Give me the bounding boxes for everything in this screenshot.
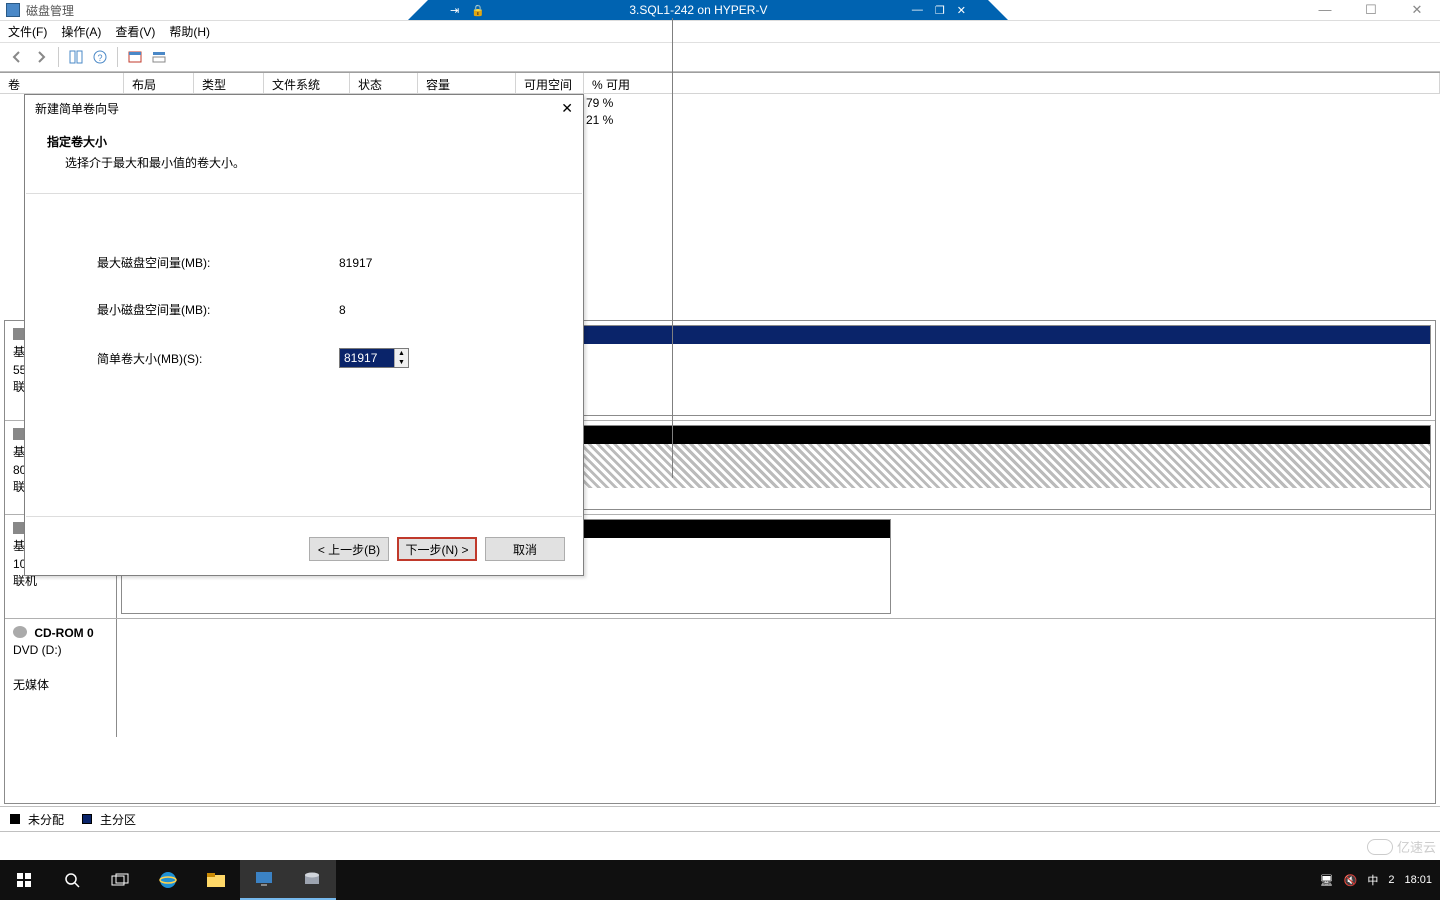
wizard-next-button[interactable]: 下一步(N) >	[397, 537, 477, 561]
toolbar: ?	[0, 42, 1440, 72]
max-space-label: 最大磁盘空间量(MB):	[97, 240, 337, 285]
tray-network-icon[interactable]: 🖥	[1320, 874, 1334, 887]
system-tray[interactable]: 🖥 🔇 中 2 18:01	[1320, 872, 1440, 888]
hv-title: 3.SQL1-242 on HYPER-V	[485, 3, 912, 17]
app-title-bar: 磁盘管理	[0, 0, 74, 20]
legend-unallocated-swatch	[10, 814, 20, 824]
hv-minimize-icon[interactable]: —	[912, 4, 923, 17]
task-view-button[interactable]	[96, 860, 144, 900]
taskbar-diskmgmt-icon[interactable]	[288, 860, 336, 900]
menu-view[interactable]: 查看(V)	[115, 23, 155, 40]
min-space-value: 8	[339, 287, 409, 332]
app-title: 磁盘管理	[26, 2, 74, 19]
volume-size-input[interactable]	[340, 349, 394, 367]
volume-list-header: 卷 布局 类型 文件系统 状态 容量 可用空间 % 可用	[0, 72, 1440, 94]
menu-bar[interactable]: 文件(F) 操作(A) 查看(V) 帮助(H)	[0, 20, 1440, 42]
vm-frame-edge	[672, 0, 673, 480]
spinner-up-icon[interactable]: ▲	[395, 349, 408, 358]
volume-size-label: 简单卷大小(MB)(S):	[97, 334, 337, 382]
legend: 未分配 主分区	[0, 806, 1440, 832]
outer-window-controls: — ☐ ✕	[1302, 0, 1440, 20]
menu-action[interactable]: 操作(A)	[61, 23, 101, 40]
toolbar-forward-icon[interactable]	[30, 46, 52, 68]
tray-num: 2	[1388, 874, 1394, 886]
wizard-close-button[interactable]: ✕	[561, 100, 573, 117]
legend-primary-label: 主分区	[100, 811, 136, 828]
wizard-subheading: 选择介于最大和最小值的卷大小。	[47, 150, 561, 171]
toolbar-help-icon[interactable]: ?	[89, 46, 111, 68]
start-button[interactable]	[0, 860, 48, 900]
tray-volume-icon[interactable]: 🔇	[1344, 874, 1358, 887]
tray-ime[interactable]: 中	[1367, 872, 1378, 888]
min-space-label: 最小磁盘空间量(MB):	[97, 287, 337, 332]
cdrom-info[interactable]: CD-ROM 0 DVD (D:) 无媒体	[5, 619, 117, 737]
wizard-back-button[interactable]: < 上一步(B)	[309, 537, 389, 561]
col-type[interactable]: 类型	[194, 73, 264, 93]
wizard-title: 新建简单卷向导	[35, 100, 119, 117]
cdrom-icon	[13, 626, 27, 638]
taskbar[interactable]: 🖥 🔇 中 2 18:01	[0, 860, 1440, 900]
legend-unallocated-label: 未分配	[28, 811, 64, 828]
col-filesystem[interactable]: 文件系统	[264, 73, 350, 93]
toolbar-back-icon[interactable]	[6, 46, 28, 68]
col-percent[interactable]: % 可用	[584, 73, 1440, 93]
taskbar-hyperv-icon[interactable]	[240, 860, 288, 900]
app-icon	[6, 3, 20, 17]
spinner-down-icon[interactable]: ▼	[395, 358, 408, 367]
watermark: 亿速云	[1367, 837, 1436, 856]
hv-pin-icon[interactable]: ⇥	[450, 4, 459, 17]
menu-help[interactable]: 帮助(H)	[169, 23, 210, 40]
svg-text:?: ?	[97, 53, 102, 63]
col-capacity[interactable]: 容量	[418, 73, 516, 93]
col-free[interactable]: 可用空间	[516, 73, 584, 93]
cloud-icon	[1367, 839, 1393, 855]
volume-size-spinner[interactable]: ▲ ▼	[339, 348, 409, 368]
new-simple-volume-wizard: 新建简单卷向导 ✕ 指定卷大小 选择介于最大和最小值的卷大小。 最大磁盘空间量(…	[24, 94, 584, 576]
col-volume[interactable]: 卷	[0, 73, 124, 93]
wizard-heading: 指定卷大小	[47, 135, 107, 149]
col-status[interactable]: 状态	[350, 73, 418, 93]
taskbar-explorer-icon[interactable]	[192, 860, 240, 900]
hv-close-icon[interactable]: ✕	[957, 4, 966, 17]
toolbar-list-icon[interactable]	[148, 46, 170, 68]
wizard-cancel-button[interactable]: 取消	[485, 537, 565, 561]
outer-minimize-button[interactable]: —	[1302, 0, 1348, 20]
hv-lock-icon[interactable]: 🔒	[471, 4, 485, 17]
toolbar-refresh-icon[interactable]	[124, 46, 146, 68]
outer-maximize-button[interactable]: ☐	[1348, 0, 1394, 20]
taskbar-ie-icon[interactable]	[144, 860, 192, 900]
hv-maximize-icon[interactable]: ❐	[935, 4, 945, 17]
search-button[interactable]	[48, 860, 96, 900]
legend-primary-swatch	[82, 814, 92, 824]
menu-file[interactable]: 文件(F)	[8, 23, 47, 40]
max-space-value: 81917	[339, 240, 409, 285]
tray-clock[interactable]: 18:01	[1404, 874, 1432, 886]
hyperv-connection-bar: ⇥ 🔒 3.SQL1-242 on HYPER-V — ❐ ✕ — ☐ ✕	[0, 0, 1440, 20]
toolbar-panes-icon[interactable]	[65, 46, 87, 68]
col-layout[interactable]: 布局	[124, 73, 194, 93]
outer-close-button[interactable]: ✕	[1394, 0, 1440, 20]
